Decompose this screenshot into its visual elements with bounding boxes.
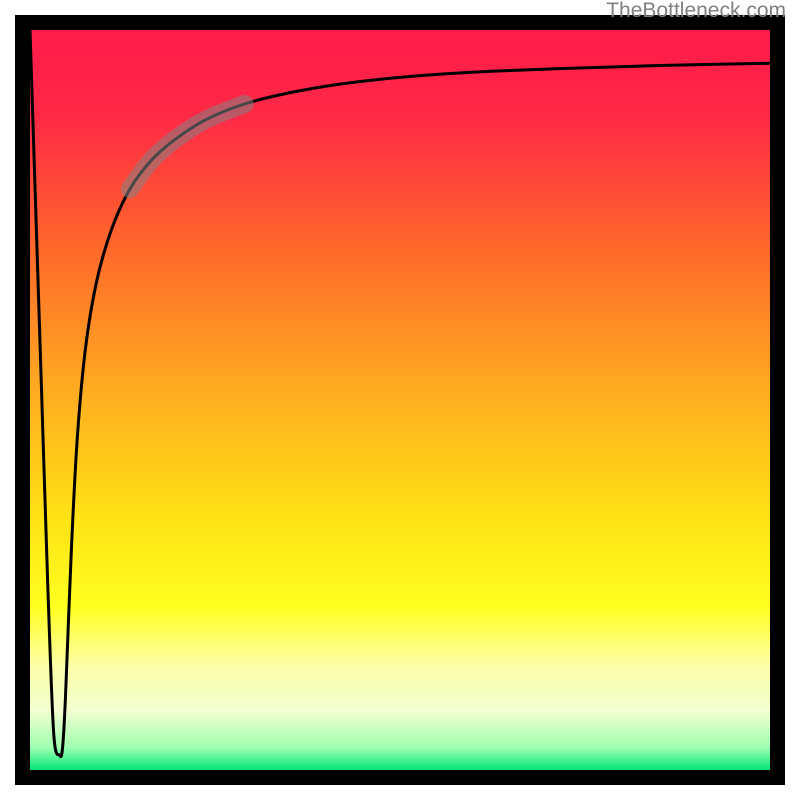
chart-background-gradient [30, 30, 770, 770]
chart-container: TheBottleneck.com [0, 0, 800, 800]
attribution-label: TheBottleneck.com [606, 0, 786, 21]
bottleneck-chart [0, 0, 800, 800]
